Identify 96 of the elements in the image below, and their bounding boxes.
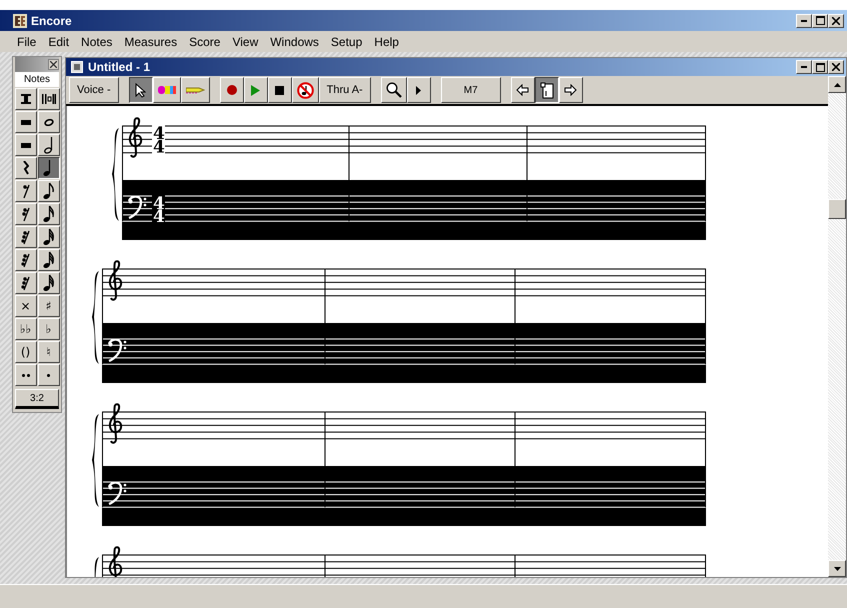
document-title: Untitled - 1 xyxy=(88,60,150,74)
hundredtwentyeighth-note-icon xyxy=(42,274,54,292)
magnifier-icon xyxy=(386,82,402,98)
end-barline xyxy=(705,554,706,577)
menu-item[interactable]: Help xyxy=(374,34,399,48)
minimize-button[interactable] xyxy=(796,14,812,28)
page-button[interactable] xyxy=(534,77,559,103)
treble-clef-icon xyxy=(108,546,122,577)
dot-icon xyxy=(47,374,50,376)
sixtyfourth-note-icon xyxy=(42,251,54,269)
scroll-down-button[interactable] xyxy=(828,560,846,577)
maximize-icon xyxy=(816,62,824,72)
toolbar-button[interactable]: Thru A- xyxy=(318,77,371,103)
close-button[interactable] xyxy=(48,59,59,70)
pencil-tool-button[interactable] xyxy=(180,77,210,103)
quarter-rest-icon xyxy=(22,161,29,175)
right-arrow-button[interactable] xyxy=(558,77,583,103)
app-title: Encore xyxy=(31,14,72,28)
prohibited-note-icon xyxy=(296,82,314,98)
stop-icon xyxy=(275,86,284,94)
pencil-icon xyxy=(186,85,205,95)
repeat-bar-icon xyxy=(42,94,56,104)
palette-title: Notes xyxy=(15,72,59,87)
barline xyxy=(514,554,516,577)
app-logo-icon xyxy=(13,14,27,28)
note-tool-button[interactable]: ♭ xyxy=(38,318,60,340)
right-triangle-icon xyxy=(416,86,422,94)
double-dot-icon xyxy=(22,374,30,376)
whole-note-icon xyxy=(44,118,54,126)
note-tool-button[interactable]: ♯ xyxy=(38,295,60,317)
half-note-icon xyxy=(44,136,53,154)
maximize-button[interactable] xyxy=(812,60,828,74)
menu-item[interactable]: View xyxy=(232,34,258,48)
right-arrow-icon xyxy=(564,84,578,96)
treble-clef-icon xyxy=(128,117,142,158)
eighth-rest-icon xyxy=(20,184,30,198)
arrow-tool-button[interactable] xyxy=(128,77,153,103)
minimize-button[interactable] xyxy=(796,60,812,74)
sixteenth-note-icon xyxy=(42,205,54,223)
down-arrow-icon xyxy=(834,566,840,570)
menu-item[interactable]: Setup xyxy=(330,34,362,48)
record-icon xyxy=(226,85,237,95)
menu-item[interactable]: Edit xyxy=(48,34,70,48)
whole-rest-icon xyxy=(20,120,30,124)
toolbar-button[interactable]: Voice - xyxy=(69,77,119,103)
maximize-icon xyxy=(816,16,824,25)
note-tool-button[interactable]: × xyxy=(14,295,36,317)
bass-clef-icon xyxy=(108,482,126,506)
menu-item[interactable]: Measures xyxy=(124,34,178,48)
eighth-note-icon xyxy=(42,182,54,200)
minimize-icon xyxy=(801,66,807,68)
thirtysecond-rest-icon xyxy=(20,230,30,244)
left-arrow-button[interactable] xyxy=(510,77,535,103)
no-midi-button[interactable] xyxy=(292,77,319,103)
system-barline xyxy=(102,554,103,577)
zoom-button[interactable] xyxy=(380,77,407,103)
pointer-icon xyxy=(135,82,146,98)
menu-item[interactable]: File xyxy=(17,34,36,48)
close-icon xyxy=(832,63,840,71)
scrollbar-thumb[interactable] xyxy=(828,199,846,219)
record-button[interactable] xyxy=(220,77,244,103)
menu-item[interactable]: Notes xyxy=(81,34,112,48)
multi-rest-icon xyxy=(20,94,30,104)
scroll-up-button[interactable] xyxy=(828,76,846,93)
color-tool-button[interactable] xyxy=(152,77,181,103)
half-rest-icon xyxy=(20,142,30,148)
thirtysecond-note-icon xyxy=(42,228,54,246)
minimize-icon xyxy=(801,20,807,22)
maximize-button[interactable] xyxy=(812,14,828,28)
barline xyxy=(324,554,326,577)
bass-clef-icon xyxy=(108,338,126,362)
color-icon xyxy=(158,85,176,95)
sixteenth-rest-icon xyxy=(20,206,30,222)
note-tool-button[interactable] xyxy=(38,157,60,179)
hundredtwentyeighth-rest-icon xyxy=(20,276,30,290)
treble-clef-icon xyxy=(108,260,122,301)
close-icon xyxy=(832,16,840,24)
document-icon xyxy=(71,61,83,73)
sixtyfourth-rest-icon xyxy=(20,252,30,268)
menu-item[interactable]: Score xyxy=(189,34,220,48)
treble-clef-icon xyxy=(108,403,122,444)
play-button[interactable] xyxy=(244,77,268,103)
bass-clef-icon xyxy=(128,196,146,220)
note-tool-button[interactable]: ♭♭ xyxy=(14,318,36,340)
note-tool-button[interactable]: ♮ xyxy=(38,341,60,363)
note-tool-button[interactable]: () xyxy=(14,341,36,363)
page-icon xyxy=(540,82,554,98)
triangle-button[interactable] xyxy=(406,77,431,103)
left-arrow-icon xyxy=(516,84,530,96)
stop-button[interactable] xyxy=(268,77,292,103)
menu-item[interactable]: Windows xyxy=(270,34,319,48)
play-icon xyxy=(251,84,260,96)
tuplet-button[interactable]: 3:2 xyxy=(15,389,59,409)
up-arrow-icon xyxy=(834,82,840,86)
measure-field[interactable]: M7 xyxy=(440,77,501,103)
vertical-scrollbar[interactable] xyxy=(828,76,846,577)
